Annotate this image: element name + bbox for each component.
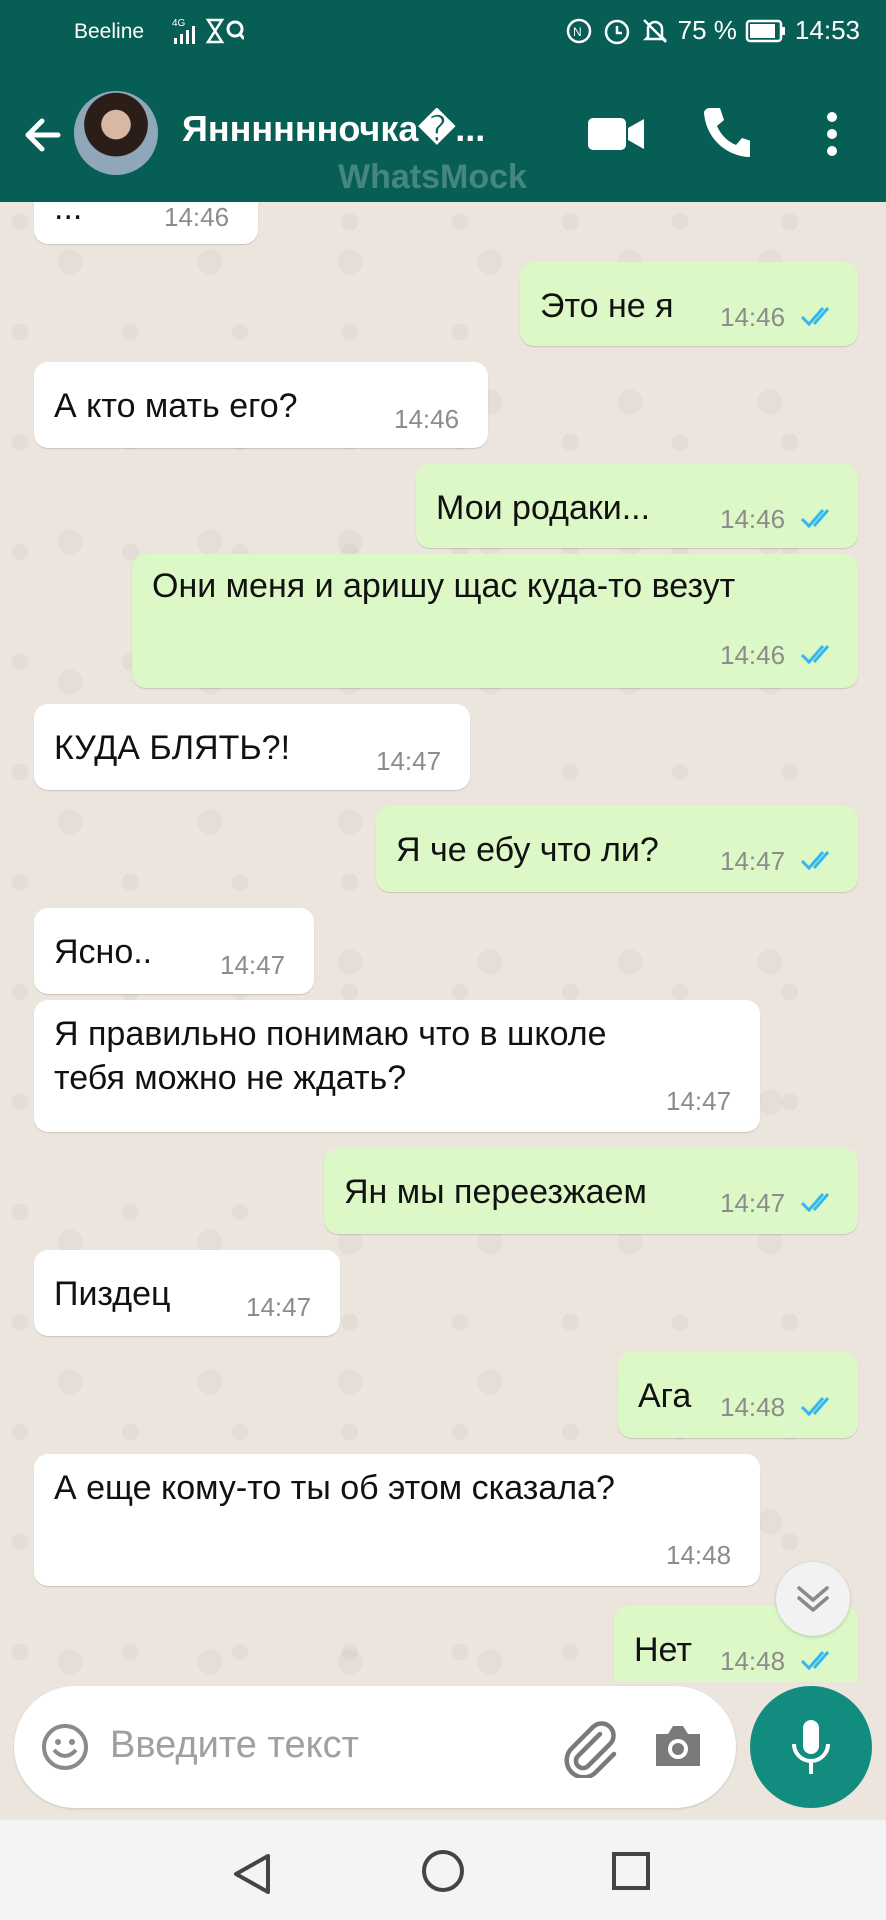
- message-time: 14:48: [666, 1540, 732, 1570]
- read-ticks-icon: [800, 645, 830, 665]
- message-outgoing[interactable]: Мои родаки... 14:46: [416, 464, 858, 548]
- message-text: Ян мы переезжаем: [344, 1173, 647, 1211]
- message-text: Мои родаки...: [436, 489, 651, 527]
- message-incoming[interactable]: ... 14:46: [34, 202, 258, 244]
- svg-text:N: N: [573, 25, 582, 39]
- phone-icon[interactable]: [700, 104, 750, 160]
- nav-back-icon[interactable]: [230, 1852, 274, 1896]
- message-time: 14:47: [666, 1086, 732, 1116]
- status-bar: Beeline 4G N 75 % 14:53: [0, 0, 886, 66]
- microphone-icon: [792, 1720, 830, 1774]
- message-text: Ясно..: [54, 933, 153, 971]
- message-input[interactable]: Введите текст: [110, 1724, 359, 1767]
- more-options-icon[interactable]: [820, 110, 844, 158]
- message-text: КУДА БЛЯТЬ?!: [54, 729, 291, 767]
- system-navigation-bar: [0, 1820, 886, 1920]
- message-text-line2: тебя можно не ждать?: [54, 1059, 407, 1097]
- battery-icon: [745, 19, 785, 42]
- read-ticks-icon: [800, 307, 830, 327]
- message-time: 14:46: [164, 202, 230, 232]
- read-ticks-icon: [800, 1397, 830, 1417]
- message-time: 14:46: [394, 404, 460, 434]
- message-incoming[interactable]: КУДА БЛЯТЬ?! 14:47: [34, 704, 470, 790]
- back-arrow-icon[interactable]: [18, 110, 68, 160]
- message-incoming[interactable]: Пиздец 14:47: [34, 1250, 340, 1336]
- message-text: Я правильно понимаю что в школе: [54, 1015, 607, 1053]
- read-ticks-icon: [800, 1193, 830, 1213]
- scroll-to-bottom-button[interactable]: [776, 1562, 850, 1636]
- message-outgoing[interactable]: Это не я 14:46: [520, 262, 858, 346]
- voice-message-button[interactable]: [750, 1686, 872, 1808]
- video-call-icon[interactable]: [586, 114, 646, 154]
- message-outgoing[interactable]: Я че ебу что ли? 14:47: [376, 806, 858, 892]
- message-outgoing[interactable]: Ага 14:48: [618, 1352, 858, 1438]
- message-time: 14:47: [246, 1292, 312, 1322]
- message-text: Нет: [634, 1631, 692, 1669]
- contact-name[interactable]: Янннннночка�...: [182, 108, 512, 150]
- status-right: N 75 % 14:53: [564, 15, 860, 46]
- watermark: WhatsMock: [338, 158, 527, 196]
- carrier-name: Beeline: [74, 20, 145, 43]
- message-incoming[interactable]: Я правильно понимаю что в школе тебя мож…: [34, 1000, 760, 1132]
- message-text: А кто мать его?: [54, 387, 298, 425]
- emoji-icon[interactable]: [40, 1722, 90, 1772]
- battery-percent: 75 %: [677, 15, 737, 45]
- message-time: 14:46: [720, 504, 786, 534]
- message-incoming[interactable]: Ясно.. 14:47: [34, 908, 314, 994]
- message-outgoing[interactable]: Они меня и аришу щас куда-то везут 14:46: [132, 554, 858, 688]
- message-text: Они меня и аришу щас куда-то везут: [152, 567, 736, 605]
- message-time: 14:47: [220, 950, 286, 980]
- message-text: ...: [54, 202, 83, 227]
- message-text: Я че ебу что ли?: [396, 831, 659, 869]
- network-type: 4G: [172, 18, 186, 29]
- alarm-icon: [604, 19, 629, 44]
- message-time: 14:48: [720, 1392, 786, 1422]
- message-text: Пиздец: [54, 1275, 171, 1313]
- nav-recents-icon[interactable]: [610, 1850, 652, 1892]
- message-incoming[interactable]: А кто мать его? 14:46: [34, 362, 488, 448]
- message-composer: Введите текст: [14, 1686, 736, 1808]
- hourglass-icon: [205, 18, 225, 44]
- chevron-double-down-icon: [797, 1586, 829, 1612]
- chat-area[interactable]: ... 14:46 Это не я 14:46 А кто мать его?…: [0, 202, 886, 1682]
- message-incoming[interactable]: А еще кому-то ты об этом сказала? 14:48: [34, 1454, 760, 1586]
- message-outgoing[interactable]: Ян мы переезжаем 14:47: [324, 1148, 858, 1234]
- read-ticks-icon: [800, 509, 830, 529]
- paperclip-icon[interactable]: [560, 1716, 618, 1778]
- message-text: А еще кому-то ты об этом сказала?: [54, 1469, 615, 1507]
- signal-icon: 4G: [170, 14, 246, 53]
- message-time: 14:46: [720, 640, 786, 670]
- message-time: 14:48: [720, 1646, 786, 1676]
- chat-header: Янннннночка�... WhatsMock: [0, 66, 886, 202]
- message-time: 14:46: [720, 302, 786, 332]
- message-text: Это не я: [540, 287, 674, 325]
- read-ticks-icon: [800, 851, 830, 871]
- message-time: 14:47: [720, 1188, 786, 1218]
- read-ticks-icon: [800, 1651, 830, 1671]
- avatar[interactable]: [74, 91, 158, 175]
- mute-icon: [642, 18, 667, 43]
- message-text: Ага: [638, 1377, 692, 1415]
- message-time: 14:47: [720, 846, 786, 876]
- clock: 14:53: [794, 15, 860, 45]
- nav-home-icon[interactable]: [420, 1848, 466, 1894]
- message-time: 14:47: [376, 746, 442, 776]
- data-saver-icon: N: [566, 18, 591, 43]
- camera-icon[interactable]: [652, 1722, 704, 1768]
